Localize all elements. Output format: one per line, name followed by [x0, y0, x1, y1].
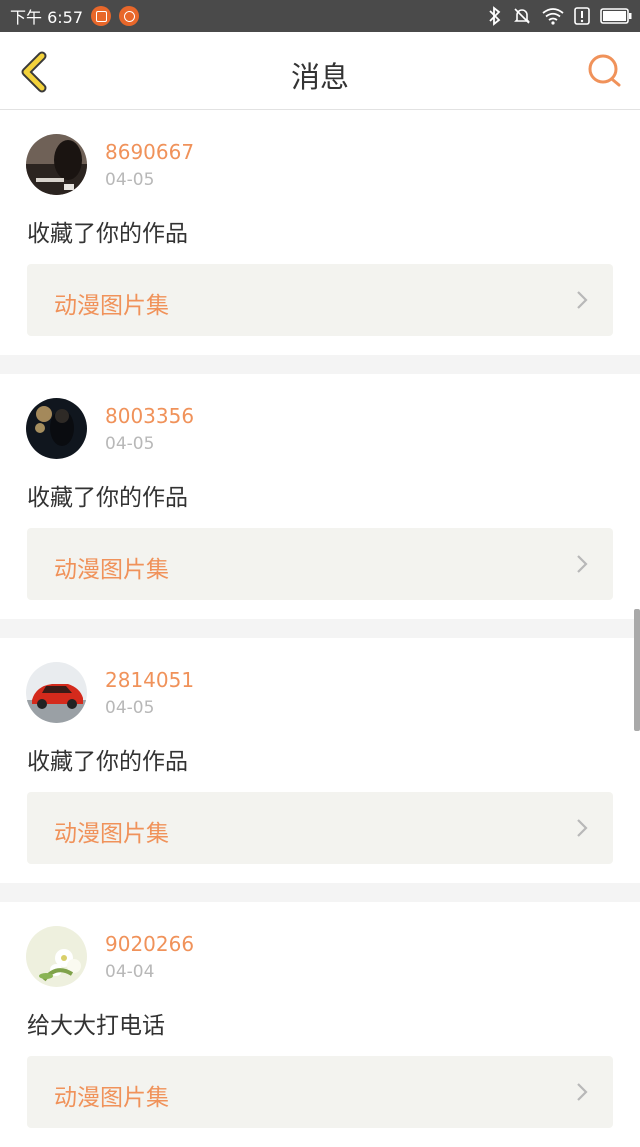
avatar[interactable] [26, 398, 87, 459]
work-title: 动漫图片集 [54, 1085, 169, 1111]
divider [0, 883, 640, 902]
message-card: 8003356 04-05 收藏了你的作品 动漫图片集 [0, 374, 640, 619]
avatar[interactable] [26, 134, 87, 195]
username[interactable]: 2814051 [105, 668, 194, 692]
message-date: 04-05 [105, 170, 155, 190]
chevron-right-icon [577, 291, 588, 309]
app-notification-icon [91, 6, 112, 26]
bluetooth-icon [489, 6, 501, 26]
status-bar: 下午 6:57 [0, 0, 640, 32]
message-text: 收藏了你的作品 [27, 221, 188, 247]
search-icon[interactable] [586, 52, 624, 90]
chevron-right-icon [577, 819, 588, 837]
divider [0, 355, 640, 374]
work-link[interactable]: 动漫图片集 [27, 528, 613, 600]
message-text: 给大大打电话 [27, 1013, 165, 1039]
header-bar: 消息 [0, 32, 640, 110]
message-text: 收藏了你的作品 [27, 749, 188, 775]
warning-notification-icon [119, 6, 140, 26]
message-date: 04-04 [105, 962, 155, 982]
status-time: 下午 6:57 [10, 8, 84, 27]
work-link[interactable]: 动漫图片集 [27, 792, 613, 864]
alert-icon [574, 7, 590, 25]
message-card: 8690667 04-05 收藏了你的作品 动漫图片集 [0, 110, 640, 355]
message-list: 8690667 04-05 收藏了你的作品 动漫图片集 8003356 04-0… [0, 110, 640, 1147]
username[interactable]: 8003356 [105, 404, 194, 428]
work-title: 动漫图片集 [54, 821, 169, 847]
message-date: 04-05 [105, 698, 155, 718]
avatar[interactable] [26, 926, 87, 987]
work-link[interactable]: 动漫图片集 [27, 1056, 613, 1128]
message-text: 收藏了你的作品 [27, 485, 188, 511]
chevron-right-icon [577, 1083, 588, 1101]
username[interactable]: 8690667 [105, 140, 194, 164]
scrollbar[interactable] [634, 609, 640, 731]
work-link[interactable]: 动漫图片集 [27, 264, 613, 336]
chevron-right-icon [577, 555, 588, 573]
message-date: 04-05 [105, 434, 155, 454]
divider [0, 619, 640, 638]
mute-bell-icon [514, 8, 530, 24]
work-title: 动漫图片集 [54, 557, 169, 583]
message-card: 9020266 04-04 给大大打电话 动漫图片集 [0, 902, 640, 1147]
page-title: 消息 [290, 60, 349, 94]
work-title: 动漫图片集 [54, 293, 169, 319]
battery-icon [600, 8, 632, 24]
message-card: 2814051 04-05 收藏了你的作品 动漫图片集 [0, 638, 640, 883]
wifi-icon [542, 8, 564, 25]
username[interactable]: 9020266 [105, 932, 194, 956]
avatar[interactable] [26, 662, 87, 723]
